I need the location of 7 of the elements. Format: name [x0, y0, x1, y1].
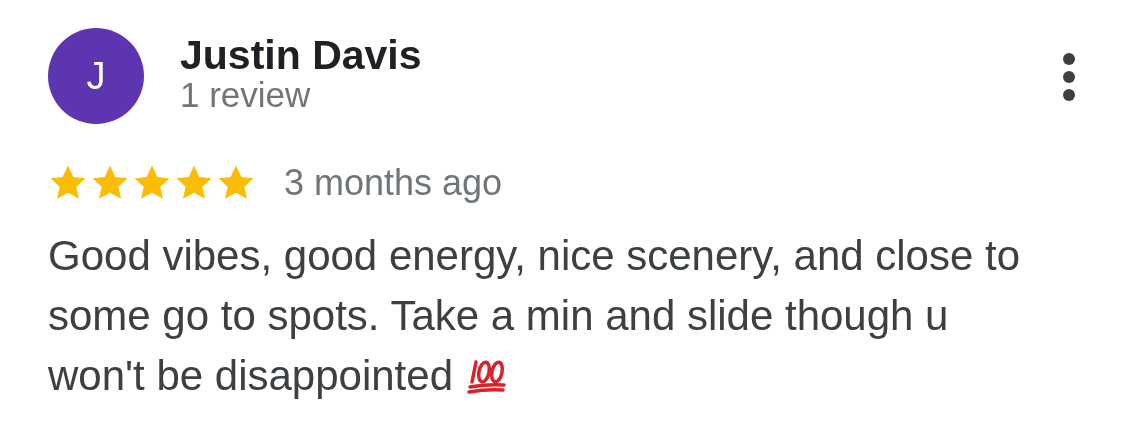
review-text: Good vibes, good energy, nice scenery, and close to some go to spots. Take a min and slide though u won't be disappointed — [48, 231, 1022, 401]
more-options-icon[interactable] — [1061, 52, 1077, 102]
review-count: 1 review — [180, 76, 312, 114]
avatar: J — [48, 28, 144, 124]
review-time: 3 months ago — [284, 162, 503, 204]
reviewer-name: Justin Davis — [180, 34, 423, 76]
hundred-points-icon — [467, 358, 507, 394]
